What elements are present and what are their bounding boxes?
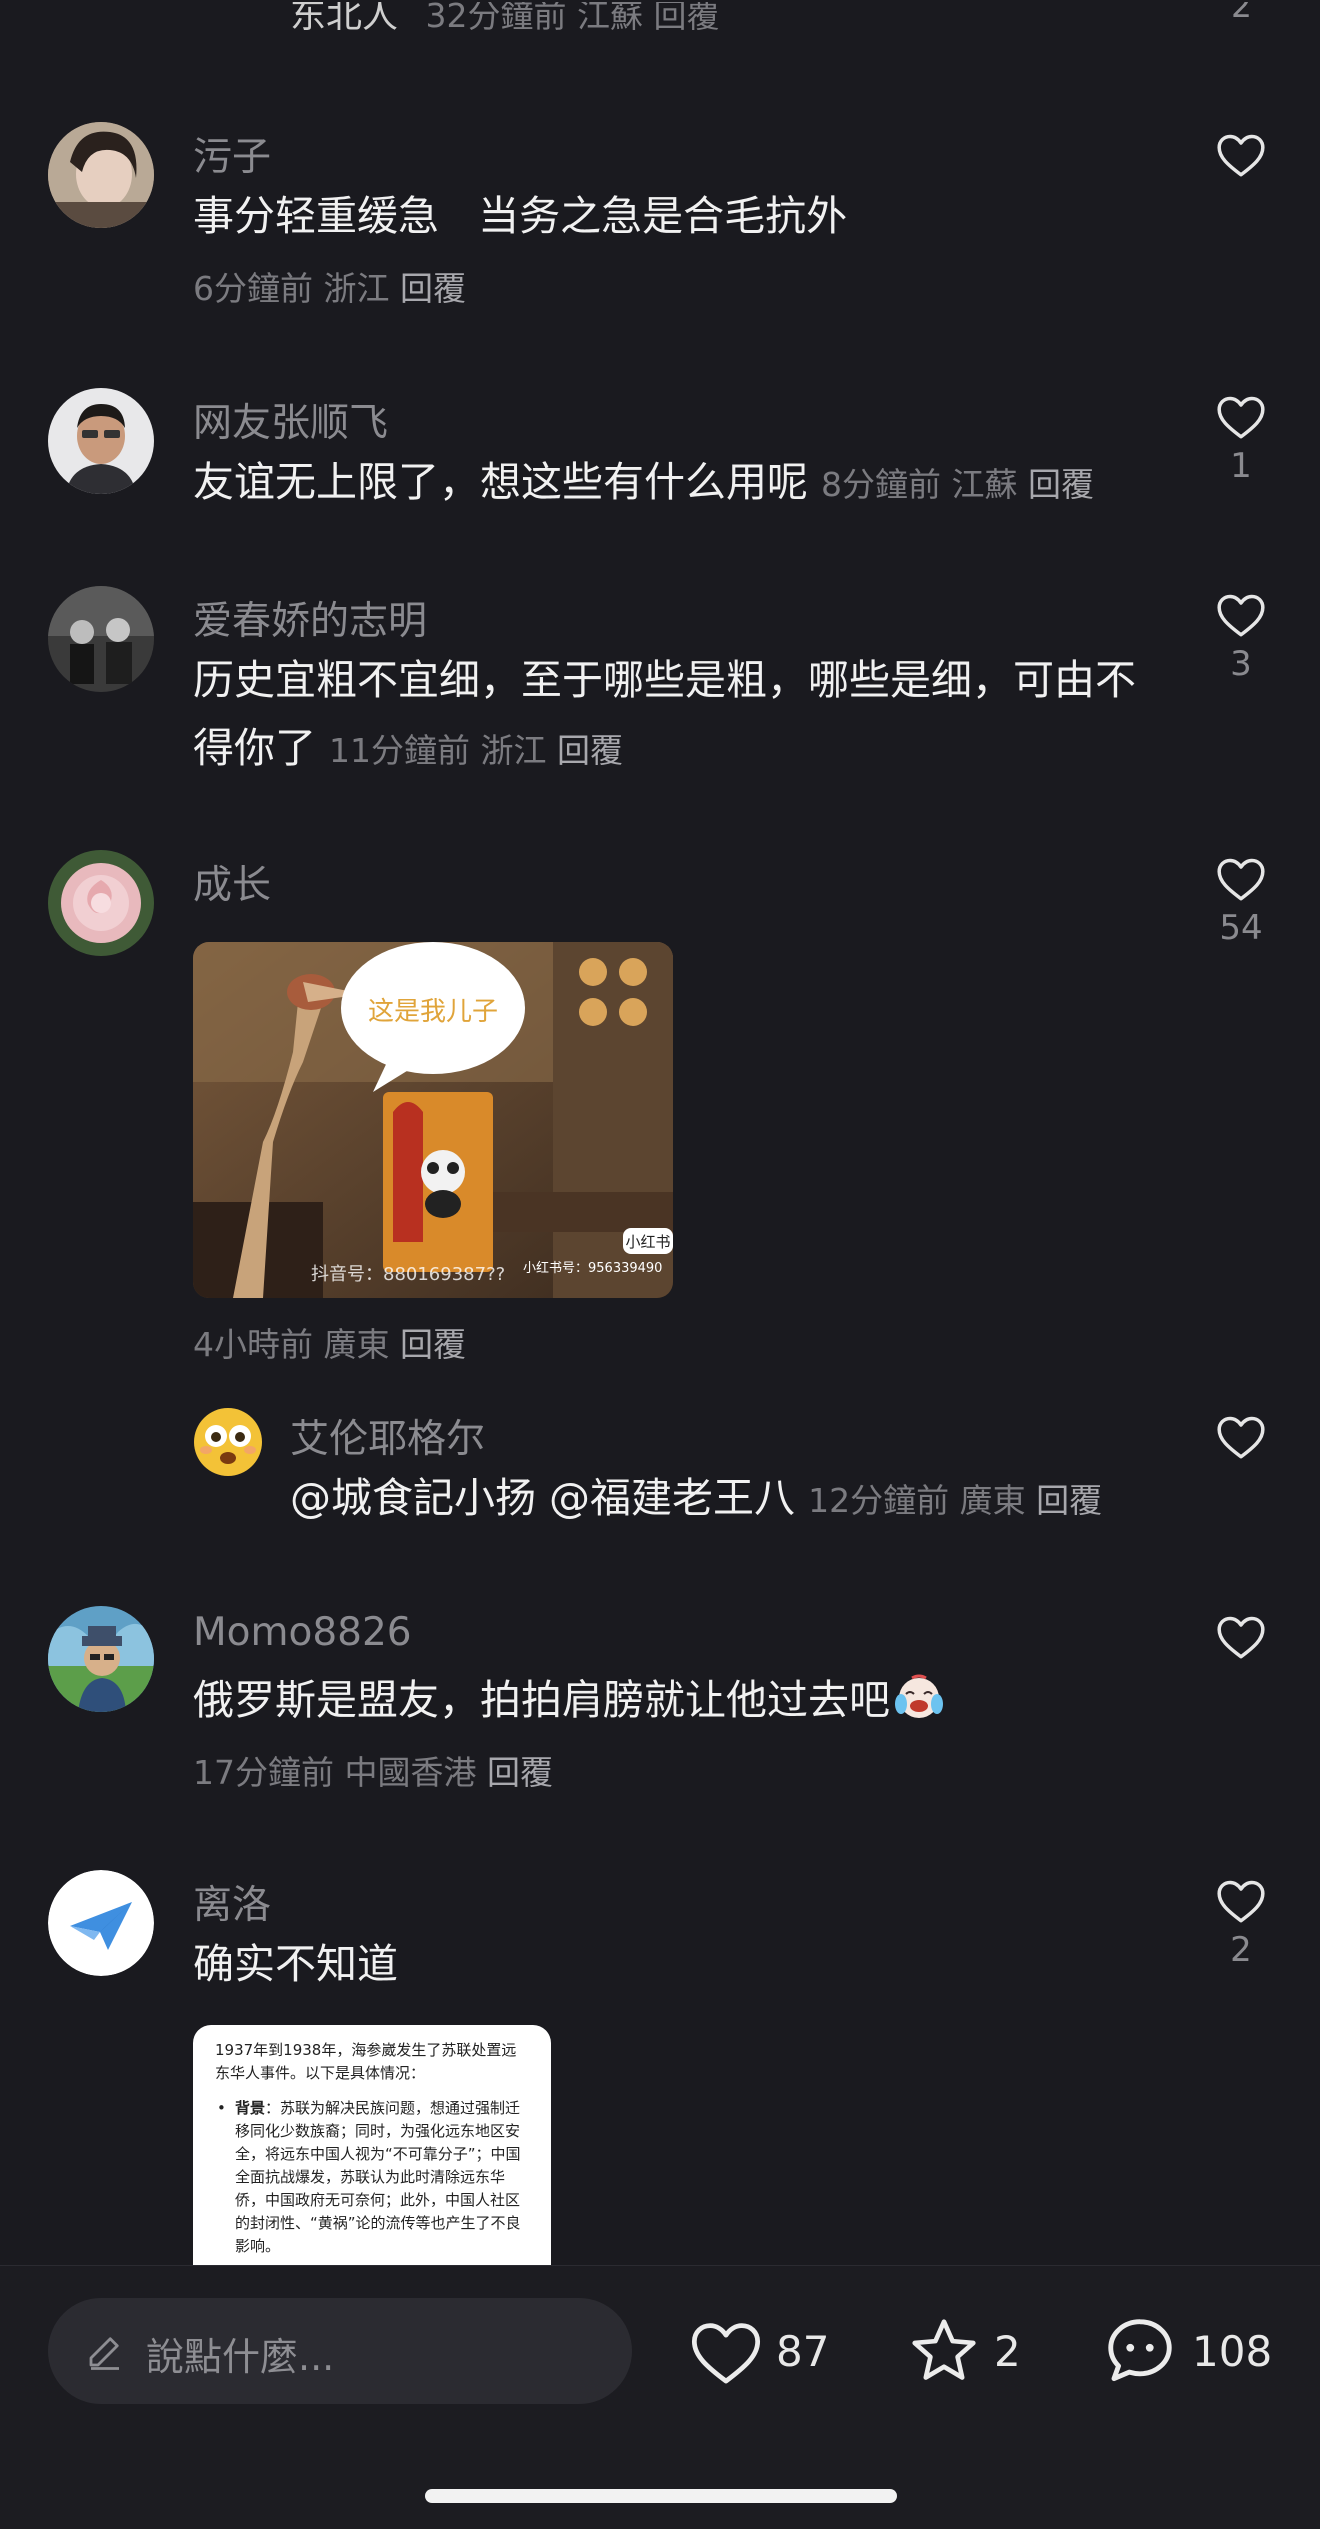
comment-author[interactable]: Momo8826	[193, 1610, 412, 1655]
comment-meta: 6分鐘前 浙江 回覆	[193, 262, 466, 310]
comment-region: 廣東	[323, 1325, 390, 1364]
like-button[interactable]	[1214, 130, 1268, 184]
star-icon	[912, 2319, 976, 2380]
reply-time: 12分鐘前	[808, 1481, 950, 1520]
speech-bubble-text: 这是我儿子	[368, 997, 498, 1027]
like-total: 87	[776, 2326, 830, 2376]
image-badge: 小红书	[625, 1233, 670, 1251]
image-watermark: 抖音号：880169387??	[311, 1264, 505, 1285]
heart-icon	[1217, 858, 1265, 901]
crying-laughing-emoji-icon	[894, 1672, 944, 1740]
like-button[interactable]	[1214, 1412, 1268, 1466]
like-count: 3	[1230, 644, 1252, 684]
comment-text-block: 俄罗斯是盟友，拍拍肩膀就让他过去吧	[193, 1666, 1160, 1740]
like-action-button[interactable]: 87	[688, 2306, 829, 2396]
comment-image[interactable]: 这是我儿子 小红书 抖音号：880169387?? 小红书号：956339490	[193, 942, 673, 1298]
heart-icon	[1217, 594, 1265, 637]
partial-comment-top: 东北人 32分鐘前 江蘇 回覆 2	[290, 2, 1290, 42]
reply-button[interactable]: 回覆	[557, 731, 623, 770]
image-text-bullet-body: ：苏联为解决民族问题，想通过强制迁移同化少数族裔；同时，为强化远东地区安全，将远…	[235, 2099, 521, 2255]
like-count: 2	[1230, 1930, 1252, 1970]
comment-author[interactable]: 离洛	[193, 1874, 271, 1930]
comment-region: 浙江	[323, 269, 390, 308]
comment-author[interactable]: 爱春娇的志明	[193, 590, 427, 646]
like-count: 1	[1230, 446, 1252, 486]
partial-comment-like-count: 2	[1231, 2, 1252, 25]
comment-author[interactable]: 成长	[193, 854, 271, 910]
comment-text-block: 友谊无上限了，想这些有什么用呢 8分鐘前 江蘇 回覆	[193, 448, 1160, 519]
comment-time: 4小時前	[193, 1325, 313, 1364]
heart-icon	[1217, 1416, 1265, 1459]
avatar[interactable]	[48, 850, 154, 956]
heart-icon	[1217, 1616, 1265, 1659]
heart-icon	[1217, 396, 1265, 439]
partial-comment-region: 江蘇	[576, 2, 643, 35]
comment-region: 浙江	[480, 731, 547, 770]
chat-bubble-icon	[1108, 2319, 1172, 2382]
avatar[interactable]	[192, 1406, 264, 1478]
comment-author[interactable]: 污子	[193, 126, 271, 182]
avatar[interactable]	[48, 1870, 154, 1976]
partial-comment-reply-button[interactable]: 回覆	[653, 2, 719, 35]
reply-author[interactable]: 艾伦耶格尔	[290, 1408, 485, 1464]
comment-input[interactable]: 說點什麼...	[48, 2298, 632, 2404]
avatar[interactable]	[48, 1606, 154, 1712]
image-text-intro: 1937年到1938年，海参崴发生了苏联处置远东华人事件。以下是具体情况：	[215, 2041, 517, 2082]
avatar[interactable]	[48, 388, 154, 494]
like-button[interactable]: 1	[1214, 392, 1268, 486]
comment-text: 友谊无上限了，想这些有什么用呢	[193, 458, 808, 506]
comment-total: 108	[1192, 2326, 1273, 2376]
image-text-bullet-label: 背景	[235, 2099, 266, 2117]
comment-text: 确实不知道	[193, 1940, 398, 1988]
comment-author[interactable]: 网友张顺飞	[193, 392, 388, 448]
comment-text: 俄罗斯是盟友，拍拍肩膀就让他过去吧	[193, 1676, 890, 1724]
favorite-total: 2	[994, 2326, 1021, 2376]
like-button[interactable]	[1214, 1612, 1268, 1666]
comment-region: 江蘇	[951, 465, 1018, 504]
like-button[interactable]: 3	[1214, 590, 1268, 684]
reply-region: 廣東	[959, 1481, 1026, 1520]
favorite-action-button[interactable]: 2	[906, 2306, 1021, 2396]
heart-icon	[691, 2323, 761, 2384]
partial-comment-name: 东北人	[290, 2, 399, 36]
like-count: 54	[1219, 908, 1263, 948]
reply-button[interactable]: 回覆	[400, 1325, 466, 1364]
comment-input-placeholder: 說點什麼...	[146, 2335, 335, 2379]
home-indicator[interactable]	[425, 2489, 897, 2503]
like-button[interactable]: 54	[1214, 854, 1268, 948]
comment-time: 8分鐘前	[821, 465, 942, 504]
comment-action-button[interactable]: 108	[1100, 2306, 1272, 2396]
image-text-bullet: • 背景：苏联为解决民族问题，想通过强制迁移同化少数族裔；同时，为强化远东地区安…	[217, 2099, 521, 2255]
reply-button[interactable]: 回覆	[400, 269, 466, 308]
avatar[interactable]	[48, 122, 154, 228]
comment-meta: 4小時前 廣東 回覆	[193, 1318, 466, 1366]
heart-icon	[1217, 134, 1265, 177]
comment-time: 17分鐘前	[193, 1753, 334, 1792]
image-watermark-2: 小红书号：956339490	[523, 1260, 662, 1276]
comment-text: 事分轻重缓急 当务之急是合毛抗外	[193, 192, 848, 240]
pen-icon	[89, 2337, 119, 2370]
reply-button[interactable]: 回覆	[1036, 1481, 1102, 1520]
reply-text: @城食記小扬 @福建老王八	[290, 1474, 796, 1522]
reply-text-block: @城食記小扬 @福建老王八 12分鐘前 廣東 回覆	[290, 1464, 1160, 1535]
comment-time: 11分鐘前	[329, 731, 471, 770]
comment-meta: 17分鐘前 中國香港 回覆	[193, 1746, 553, 1794]
avatar[interactable]	[48, 586, 154, 692]
heart-icon	[1217, 1880, 1265, 1923]
like-button[interactable]: 2	[1214, 1876, 1268, 1970]
reply-button[interactable]: 回覆	[1028, 465, 1094, 504]
comment-time: 6分鐘前	[193, 269, 313, 308]
partial-comment-time: 32分鐘前	[425, 2, 567, 35]
reply-button[interactable]: 回覆	[487, 1753, 553, 1792]
comment-image[interactable]: 1937年到1938年，海参崴发生了苏联处置远东华人事件。以下是具体情况： • …	[193, 2025, 551, 2265]
comment-text-block: 历史宜粗不宜细，至于哪些是粗，哪些是细，可由不得你了 11分鐘前 浙江 回覆	[193, 646, 1160, 785]
comment-region: 中國香港	[344, 1753, 477, 1792]
